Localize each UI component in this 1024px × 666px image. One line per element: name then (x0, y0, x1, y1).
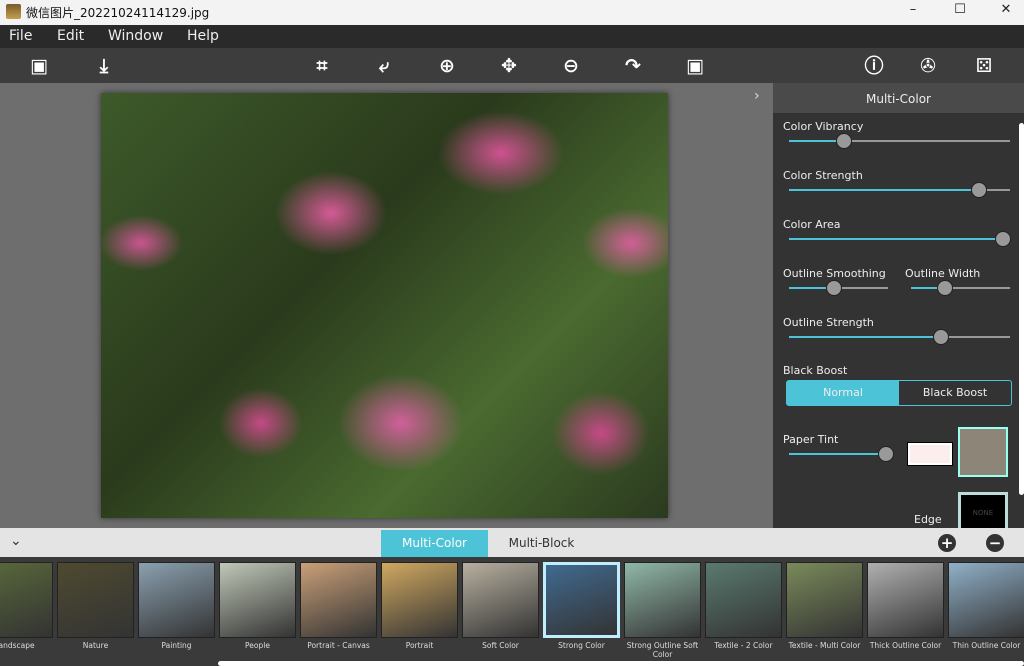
preset-thumbnail[interactable] (0, 562, 53, 638)
menu-help[interactable]: Help (187, 28, 219, 44)
black-boost-label: Black Boost (783, 364, 848, 377)
info-icon[interactable]: ⓘ (861, 53, 887, 79)
preset-label: Thick Outline Color (869, 641, 942, 650)
crop-icon[interactable]: ⌗ (309, 53, 335, 79)
menu-window[interactable]: Window (108, 28, 163, 44)
preset-label: Textile - Multi Color (788, 641, 861, 650)
panel-title: Multi-Color (773, 83, 1024, 113)
preset-label: Portrait - Canvas (307, 641, 370, 650)
color-vibrancy-slider[interactable] (789, 133, 1010, 149)
slider-thumb[interactable] (933, 329, 950, 345)
app-icon (6, 4, 21, 19)
rotate-right-icon[interactable]: ↷ (620, 53, 646, 79)
menu-file[interactable]: File (9, 28, 32, 44)
preset-thumbnail[interactable] (705, 562, 782, 638)
outline-smoothing-slider[interactable] (789, 280, 888, 296)
add-preset-button[interactable]: + (938, 534, 956, 552)
preset-label: People (245, 641, 270, 650)
tab-multi-color[interactable]: Multi-Color (381, 530, 488, 557)
close-button[interactable]: ✕ (991, 2, 1021, 17)
slider-thumb[interactable] (878, 446, 894, 462)
zoom-out-icon[interactable]: ⊖ (558, 53, 584, 79)
color-strength-slider[interactable] (789, 182, 1010, 198)
pan-icon[interactable]: ✥ (496, 53, 522, 79)
preset-thumbnail[interactable] (867, 562, 944, 638)
preset-label: Strong Color (558, 641, 605, 650)
chevron-right-icon[interactable]: › (754, 88, 760, 104)
settings-icon[interactable]: ✇ (915, 53, 941, 79)
zoom-in-icon[interactable]: ⊕ (434, 53, 460, 79)
preset-thumbnail[interactable] (462, 562, 539, 638)
black-boost-option[interactable]: Black Boost (899, 381, 1011, 405)
color-strength-label: Color Strength (783, 169, 863, 182)
image-preview (101, 93, 668, 518)
menu-bar: File Edit Window Help (0, 25, 1024, 48)
slider-thumb[interactable] (825, 280, 842, 296)
preset-thumbnail[interactable] (948, 562, 1024, 638)
rotate-left-icon[interactable]: ⤶ (371, 53, 397, 79)
open-image-icon[interactable]: ▣ (26, 53, 52, 79)
chevron-down-icon[interactable]: ⌄ (10, 533, 22, 549)
slider-fill (789, 189, 980, 191)
slider-thumb[interactable] (995, 231, 1012, 247)
preset-thumbnail[interactable] (219, 562, 296, 638)
tint-color-swatch[interactable] (907, 442, 953, 466)
settings-panel: Multi-Color Color Vibrancy Color Strengt… (773, 83, 1024, 532)
toolbar: ▣ ⤓ ⌗ ⤶ ⊕ ✥ ⊖ ↷ ▣ ⓘ ✇ ⚄ (0, 48, 1024, 83)
outline-width-label: Outline Width (905, 267, 981, 280)
slider-thumb[interactable] (836, 133, 853, 149)
edge-label: Edge (914, 513, 942, 526)
slider-fill (789, 238, 1004, 240)
black-boost-toggle: Normal Black Boost (786, 380, 1012, 406)
paper-tint-slider[interactable] (789, 446, 894, 462)
outline-strength-label: Outline Strength (783, 316, 874, 329)
preset-thumbnail[interactable] (381, 562, 458, 638)
preset-thumbnail[interactable] (543, 562, 620, 638)
slider-thumb[interactable] (971, 182, 988, 198)
random-dice-icon[interactable]: ⚄ (971, 53, 997, 79)
menu-edit[interactable]: Edit (57, 28, 84, 44)
save-icon[interactable]: ⤓ (91, 53, 117, 79)
preset-label: Thin Outline Color (952, 641, 1021, 650)
color-area-slider[interactable] (789, 231, 1012, 247)
preset-label: Portrait (405, 641, 434, 650)
tab-multi-block[interactable]: Multi-Block (488, 530, 595, 557)
strip-scrollbar[interactable] (218, 661, 1024, 666)
panel-scrollbar[interactable] (1019, 123, 1024, 495)
canvas-area: › (0, 83, 773, 528)
outline-width-slider[interactable] (911, 280, 1010, 296)
normal-option[interactable]: Normal (787, 381, 899, 405)
preset-thumbnail[interactable] (138, 562, 215, 638)
preset-strip: Landscape Nature Painting People Portrait - … (0, 557, 1024, 666)
preset-thumbnail[interactable] (624, 562, 701, 638)
preset-label: Strong Outline Soft Color (626, 641, 699, 659)
preset-label: Landscape (0, 641, 35, 650)
color-vibrancy-label: Color Vibrancy (783, 120, 864, 133)
outline-strength-slider[interactable] (789, 329, 1010, 345)
preset-thumbnail[interactable] (300, 562, 377, 638)
minimize-button[interactable]: – (898, 2, 928, 17)
preset-thumbnail[interactable] (57, 562, 134, 638)
slider-thumb[interactable] (936, 280, 953, 296)
outline-smoothing-label: Outline Smoothing (783, 267, 886, 280)
preset-thumbnail[interactable] (786, 562, 863, 638)
preset-label: Soft Color (482, 641, 519, 650)
preset-label: Textile - 2 Color (714, 641, 773, 650)
title-bar: 微信图片_20221024114129.jpg – ☐ ✕ (0, 0, 1024, 25)
remove-preset-button[interactable]: − (986, 534, 1004, 552)
maximize-button[interactable]: ☐ (945, 2, 975, 17)
color-area-label: Color Area (783, 218, 841, 231)
window-title: 微信图片_20221024114129.jpg (26, 6, 210, 20)
slider-fill (789, 336, 942, 338)
paper-texture-thumb[interactable] (958, 427, 1008, 477)
slider-fill (789, 453, 886, 455)
edge-texture-thumb[interactable]: NONE (958, 492, 1008, 532)
fit-image-icon[interactable]: ▣ (682, 53, 708, 79)
preset-tab-bar: ⌄ Multi-Color Multi-Block + − (0, 528, 1024, 557)
paper-tint-label: Paper Tint (783, 433, 839, 446)
preset-label: Painting (161, 641, 192, 650)
preset-label: Nature (82, 641, 109, 650)
